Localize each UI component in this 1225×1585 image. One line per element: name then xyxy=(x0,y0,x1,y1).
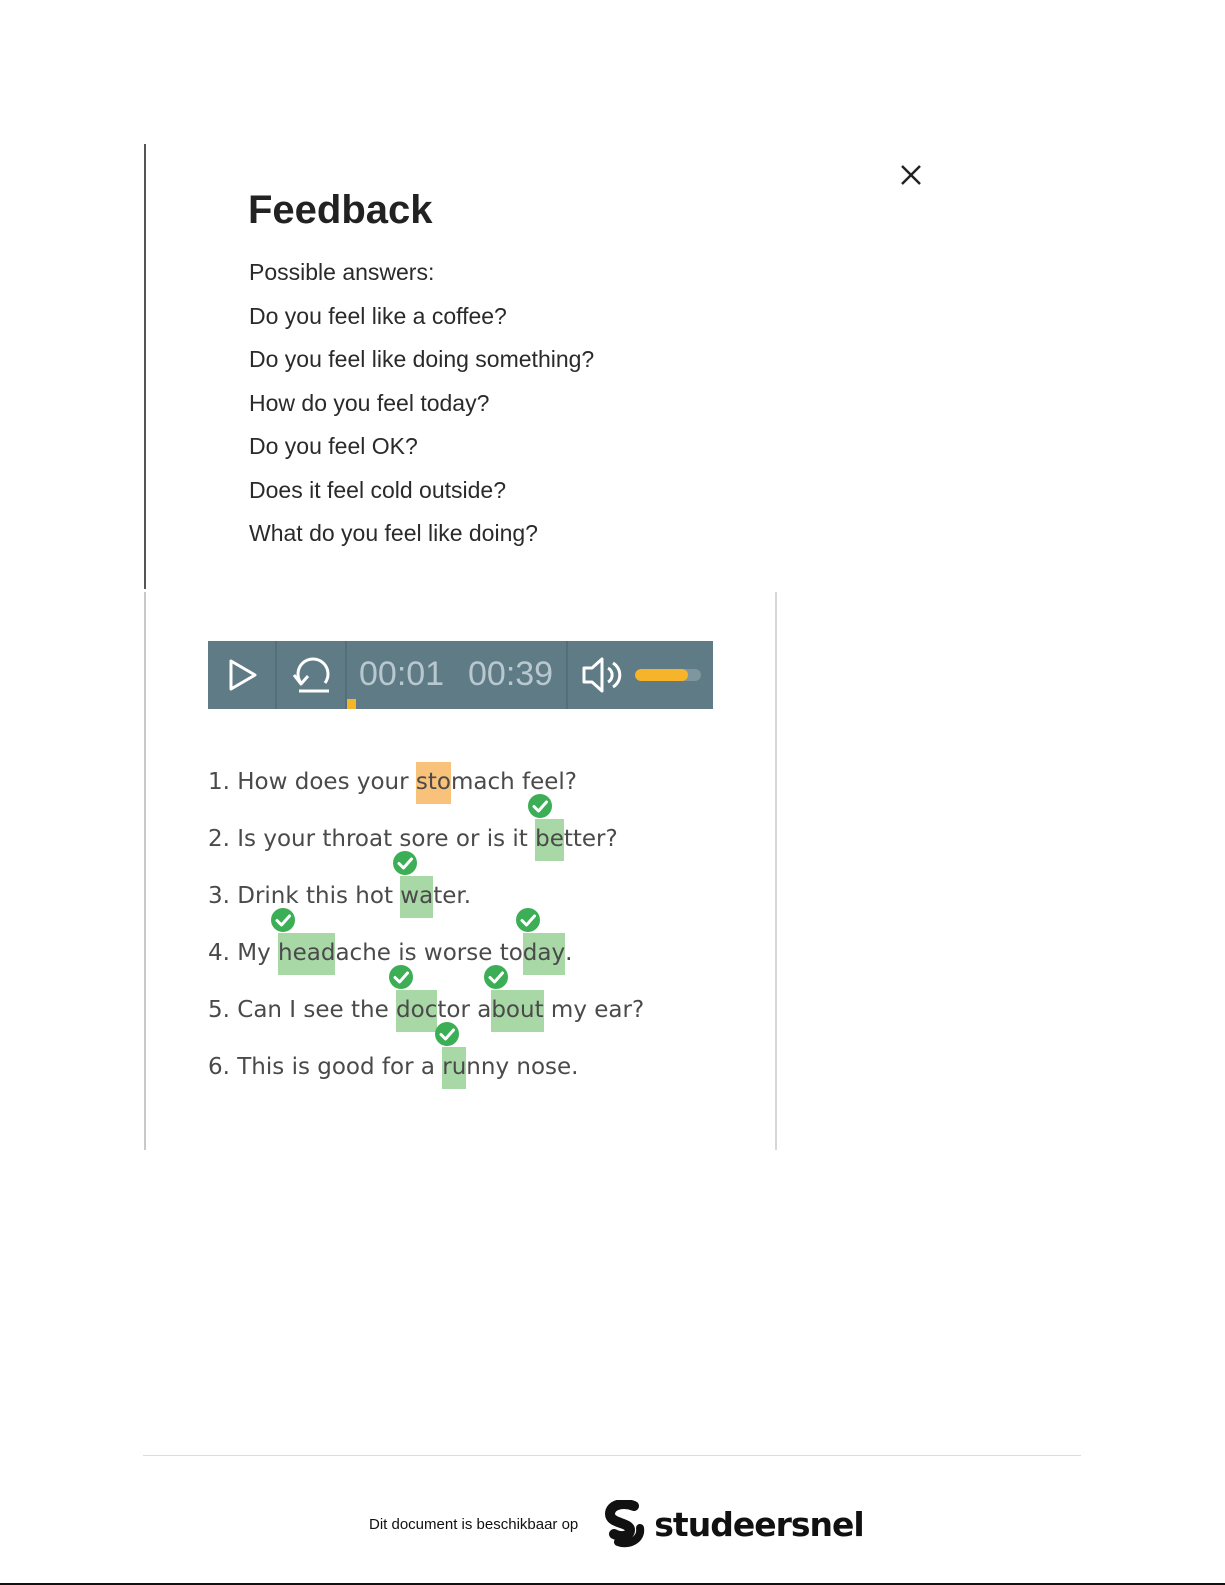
answer-item: Do you feel like a coffee? xyxy=(249,302,507,329)
answers-intro: Possible answers: xyxy=(249,259,435,285)
correct-highlight: be xyxy=(528,794,564,861)
answer-list: Possible answers: Do you feel like a cof… xyxy=(249,256,594,561)
correct-highlight: day xyxy=(515,908,566,975)
correct-highlight: head xyxy=(271,908,336,975)
current-time: 00:01 xyxy=(359,655,445,693)
correct-highlight: ru xyxy=(435,1022,467,1089)
progress-bar[interactable] xyxy=(347,699,566,709)
sentence-text: 1. How does your xyxy=(208,769,416,795)
progress-fill xyxy=(347,699,356,709)
volume-slider[interactable] xyxy=(635,669,701,681)
brand-name: studeersnel xyxy=(654,1504,864,1544)
volume-fill xyxy=(635,669,688,681)
answer-item: Do you feel like doing something? xyxy=(249,346,595,372)
check-icon xyxy=(483,964,509,990)
check-icon xyxy=(270,907,296,933)
studeersnel-logo-icon xyxy=(605,1500,645,1548)
feedback-title: Feedback xyxy=(248,188,433,232)
answer-item: Do you feel OK? xyxy=(249,433,418,459)
sentence-text: 6. This is good for a xyxy=(208,1054,443,1080)
sentence-item: 2. Is your throat sore or is it be tter? xyxy=(208,794,644,876)
sentence-text: 3. Drink this hot xyxy=(208,883,401,909)
check-icon xyxy=(388,964,414,990)
sentence-text: nny nose. xyxy=(466,1054,579,1080)
audio-player: 00:01 00:39 xyxy=(208,641,713,709)
check-icon xyxy=(515,907,541,933)
speaker-icon[interactable] xyxy=(580,655,624,695)
incorrect-highlight: sto xyxy=(415,762,451,804)
answer-item: What do you feel like doing? xyxy=(249,520,538,546)
sentence-item: 4. My head ache is worse today. xyxy=(208,908,644,990)
answer-item: Does it feel cold outside? xyxy=(249,476,506,503)
sentence-text: 5. Can I see the xyxy=(208,997,397,1023)
replay-button[interactable] xyxy=(277,641,347,709)
check-icon xyxy=(392,850,418,876)
sentence-list: 1. How does your stomach feel? 2. Is your… xyxy=(208,762,644,1104)
sentence-text: mach feel? xyxy=(450,769,577,795)
volume-control xyxy=(568,641,713,709)
sentence-text: 2. Is your throat sore or is it xyxy=(208,826,536,852)
play-button[interactable] xyxy=(208,641,277,709)
sentence-text: 4. My xyxy=(208,940,279,966)
sentence-item: 6. This is good for a ru nny nose. xyxy=(208,1022,644,1104)
time-display: 00:01 00:39 xyxy=(347,641,568,709)
play-icon xyxy=(229,659,256,691)
sentence-text: tter? xyxy=(563,826,618,852)
sentence-text: . xyxy=(565,940,573,966)
sentence-item: 5. Can I see the doc tor about my ear? xyxy=(208,965,645,1047)
footer: Dit document is beschikbaar op studeersn… xyxy=(369,1500,865,1548)
correct-highlight: wa xyxy=(393,851,434,918)
brand-logo[interactable]: studeersnel xyxy=(604,1500,865,1548)
sentence-text: my ear? xyxy=(543,997,645,1023)
check-icon xyxy=(434,1021,460,1047)
correct-highlight: bout xyxy=(484,965,544,1032)
check-icon xyxy=(527,793,553,819)
close-icon xyxy=(901,165,921,185)
answer-item: How do you feel today? xyxy=(249,389,490,416)
close-button[interactable] xyxy=(896,160,926,190)
footer-divider xyxy=(143,1455,1081,1456)
sentence-item: 1. How does your stomach feel? xyxy=(208,762,644,819)
total-time: 00:39 xyxy=(468,655,554,693)
replay-icon xyxy=(292,657,330,693)
sentence-text: ter. xyxy=(433,883,472,909)
feedback-panel: Feedback Possible answers: Do you feel l… xyxy=(144,144,936,589)
sentence-text: ache is worse to xyxy=(335,940,523,966)
exercise-panel: 00:01 00:39 1. How does your stomach fee… xyxy=(144,592,777,1150)
correct-highlight: doc xyxy=(389,965,438,1032)
sentence-text: tor a xyxy=(437,997,492,1023)
footer-text: Dit document is beschikbaar op xyxy=(369,1515,579,1533)
